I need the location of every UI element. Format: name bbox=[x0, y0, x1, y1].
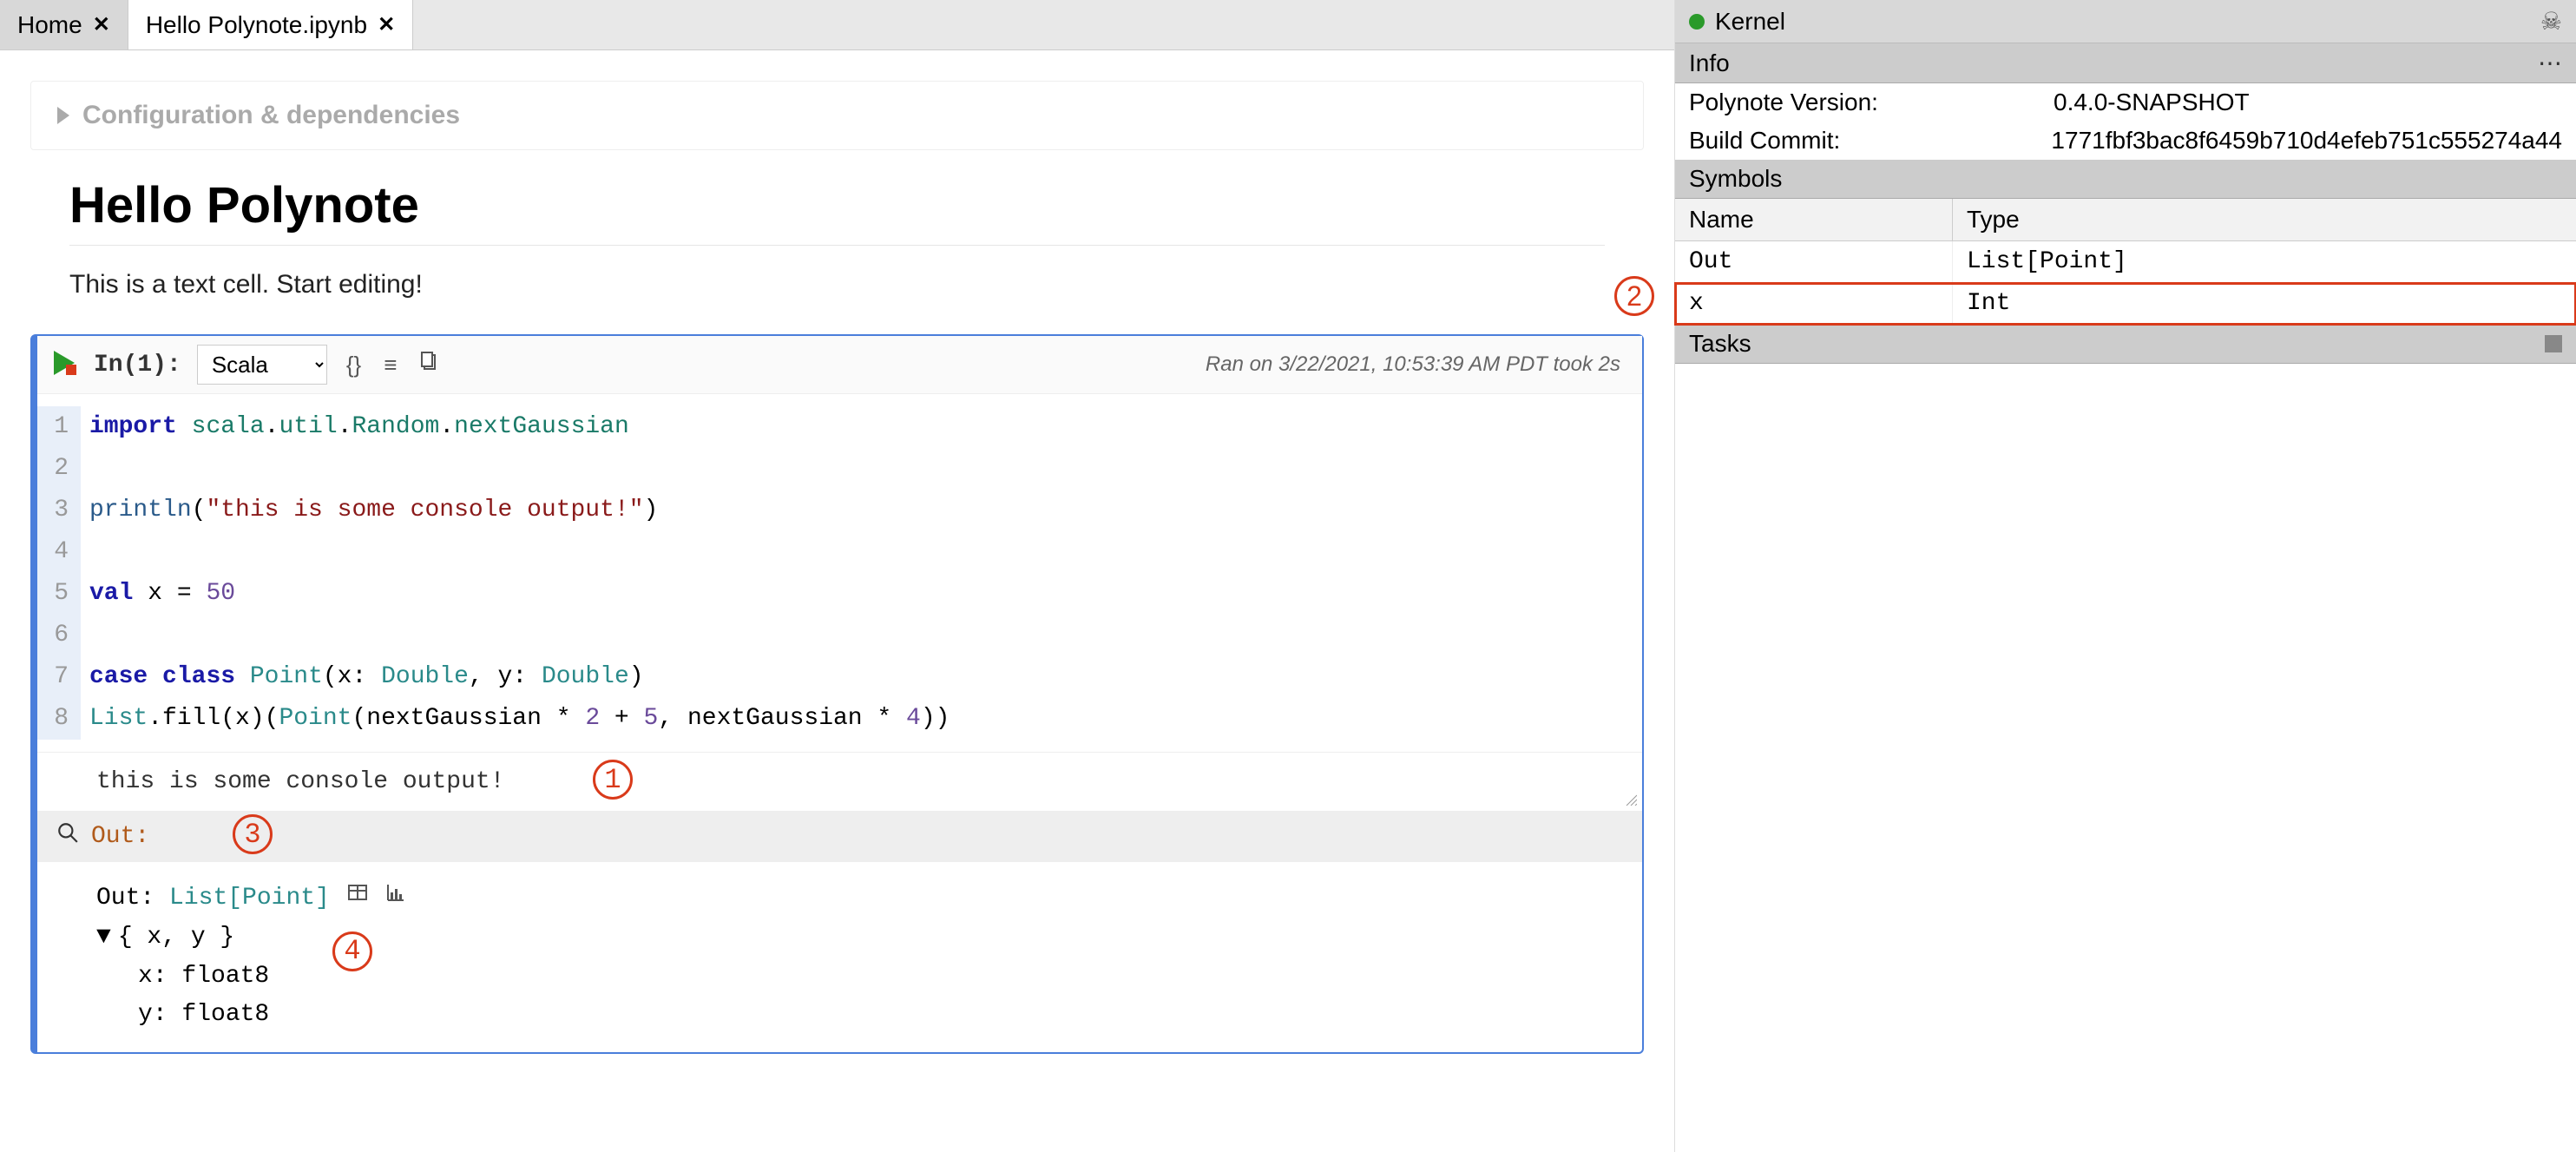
kernel-header: Kernel ☠ bbox=[1675, 0, 2576, 43]
clipboard-icon bbox=[419, 352, 440, 372]
code-cell: In(1): Scala {} ≡ Ran on 3/22/2021, 10:5… bbox=[30, 334, 1644, 1054]
console-output: this is some console output! 1 bbox=[37, 752, 1642, 811]
tab-notebook[interactable]: Hello Polynote.ipynb ✕ bbox=[128, 0, 413, 49]
symbol-row-highlighted[interactable]: x Int bbox=[1675, 283, 2576, 325]
out-prefix: Out: bbox=[96, 885, 154, 912]
tab-label: Home bbox=[17, 11, 82, 39]
stop-icon[interactable] bbox=[2545, 335, 2562, 352]
close-icon[interactable]: ✕ bbox=[93, 12, 110, 37]
run-timestamp: Ran on 3/22/2021, 10:53:39 AM PDT took 2… bbox=[1206, 352, 1629, 377]
info-section-header[interactable]: Info ⋯ bbox=[1675, 43, 2576, 83]
annotation-2: 2 bbox=[1614, 276, 1654, 316]
col-type: Type bbox=[1953, 199, 2576, 240]
line-gutter: 12345678 bbox=[37, 406, 81, 740]
page-title: Hello Polynote bbox=[69, 176, 1605, 246]
tab-label: Hello Polynote.ipynb bbox=[146, 11, 367, 39]
kernel-panel: Kernel ☠ Info ⋯ Polynote Version: 0.4.0-… bbox=[1675, 0, 2576, 1152]
out-type: List[Point] bbox=[169, 885, 330, 912]
language-select[interactable]: Scala bbox=[197, 345, 327, 385]
main-area: Home ✕ Hello Polynote.ipynb ✕ Configurat… bbox=[0, 0, 1675, 1152]
list-icon[interactable]: ≡ bbox=[380, 348, 400, 382]
annotation-3: 3 bbox=[233, 814, 273, 854]
ellipsis-icon[interactable]: ⋯ bbox=[2538, 49, 2562, 77]
info-table: Polynote Version: 0.4.0-SNAPSHOT Build C… bbox=[1675, 83, 2576, 160]
struct-field: x: float8 bbox=[96, 958, 1623, 997]
out-label: Out: bbox=[91, 823, 149, 850]
status-dot-icon bbox=[1689, 14, 1705, 30]
tasks-label: Tasks bbox=[1689, 330, 1751, 358]
struct-field: y: float8 bbox=[96, 996, 1623, 1035]
search-icon[interactable] bbox=[56, 821, 79, 852]
chevron-right-icon bbox=[57, 107, 69, 124]
chart-icon[interactable] bbox=[385, 882, 406, 915]
config-dependencies-toggle[interactable]: Configuration & dependencies bbox=[30, 81, 1644, 150]
info-label: Info bbox=[1689, 49, 1730, 77]
page-text: This is a text cell. Start editing! bbox=[69, 270, 1605, 300]
tab-bar: Home ✕ Hello Polynote.ipynb ✕ bbox=[0, 0, 1674, 50]
struct-toggle[interactable]: ▼ { x, y } bbox=[96, 918, 1623, 958]
cell-toolbar: In(1): Scala {} ≡ Ran on 3/22/2021, 10:5… bbox=[37, 336, 1642, 394]
symbol-type: Int bbox=[1953, 283, 2576, 324]
info-value: 1771fbf3bac8f6459b710d4efeb751c555274a44 bbox=[2051, 127, 2562, 155]
struct-header: { x, y } bbox=[118, 918, 234, 958]
symbols-columns: Name Type bbox=[1675, 199, 2576, 241]
kill-kernel-icon[interactable]: ☠ bbox=[2540, 7, 2562, 36]
symbol-type: List[Point] bbox=[1953, 241, 2576, 282]
chevron-down-icon: ▼ bbox=[96, 918, 111, 958]
info-label: Build Commit: bbox=[1689, 127, 2051, 155]
play-icon bbox=[50, 349, 78, 377]
kernel-title: Kernel bbox=[1715, 8, 1785, 36]
info-row: Polynote Version: 0.4.0-SNAPSHOT bbox=[1675, 83, 2576, 122]
symbols-section-header[interactable]: Symbols bbox=[1675, 160, 2576, 199]
annotation-4: 4 bbox=[332, 931, 372, 971]
annotation-1: 1 bbox=[593, 760, 633, 800]
symbol-row[interactable]: Out List[Point] bbox=[1675, 241, 2576, 283]
copy-icon[interactable] bbox=[416, 348, 444, 382]
code-lines[interactable]: import scala.util.Random.nextGaussianpri… bbox=[81, 406, 1642, 740]
output-body: Out: List[Point] ▼ { x, y } x: float8 bbox=[37, 862, 1642, 1052]
col-name: Name bbox=[1675, 199, 1953, 240]
tasks-section-header[interactable]: Tasks bbox=[1675, 325, 2576, 364]
magnifier-icon bbox=[56, 821, 79, 844]
table-icon[interactable] bbox=[347, 882, 368, 915]
console-text: this is some console output! bbox=[96, 768, 504, 795]
tab-home[interactable]: Home ✕ bbox=[0, 0, 128, 49]
code-editor[interactable]: 12345678 import scala.util.Random.nextGa… bbox=[37, 394, 1642, 752]
symbols-label: Symbols bbox=[1689, 165, 1782, 193]
symbol-name: x bbox=[1675, 283, 1953, 324]
config-label: Configuration & dependencies bbox=[82, 101, 460, 130]
braces-icon[interactable]: {} bbox=[343, 348, 365, 382]
notebook-body: Configuration & dependencies Hello Polyn… bbox=[0, 50, 1674, 1152]
symbol-name: Out bbox=[1675, 241, 1953, 282]
output-header: Out: 3 bbox=[37, 811, 1642, 862]
text-cell[interactable]: Hello Polynote This is a text cell. Star… bbox=[30, 176, 1644, 300]
run-button[interactable] bbox=[50, 349, 78, 381]
cell-input-label: In(1): bbox=[94, 352, 181, 379]
resize-handle-icon[interactable] bbox=[1625, 793, 1637, 806]
info-label: Polynote Version: bbox=[1689, 89, 2054, 116]
close-icon[interactable]: ✕ bbox=[378, 12, 395, 37]
info-value: 0.4.0-SNAPSHOT bbox=[2054, 89, 2562, 116]
info-row: Build Commit: 1771fbf3bac8f6459b710d4efe… bbox=[1675, 122, 2576, 160]
